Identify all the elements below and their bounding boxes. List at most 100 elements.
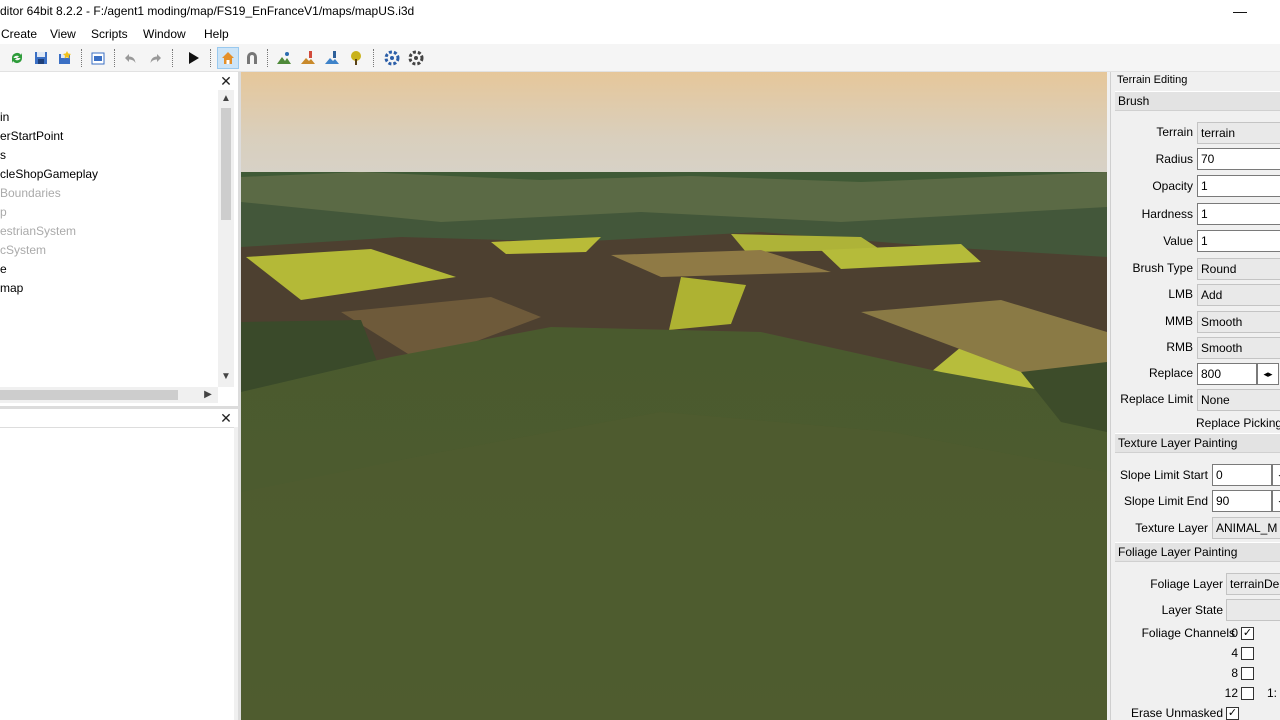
panel-divider bbox=[0, 427, 234, 429]
radius-field[interactable]: 70 bbox=[1197, 148, 1280, 170]
save-icon[interactable] bbox=[30, 47, 52, 69]
scroll-right-icon[interactable]: ▶ bbox=[200, 388, 216, 402]
tree-item[interactable]: p bbox=[0, 205, 7, 219]
toolbar-separator bbox=[210, 49, 211, 67]
3d-viewport[interactable] bbox=[241, 72, 1107, 720]
scenegraph-panel: ✕ in erStartPoint s cleShopGameplay Boun… bbox=[0, 72, 238, 406]
rmb-select[interactable]: Smooth bbox=[1197, 337, 1280, 359]
brush-type-select[interactable]: Round bbox=[1197, 258, 1280, 280]
replace-limit-label: Replace Limit bbox=[1120, 392, 1193, 406]
channel-number: 8 bbox=[1231, 666, 1238, 680]
scroll-up-icon[interactable]: ▲ bbox=[218, 92, 234, 106]
value-field[interactable]: 1 bbox=[1197, 230, 1280, 252]
hardness-field[interactable]: 1 bbox=[1197, 203, 1280, 225]
replace-spinner[interactable]: ◂▸ bbox=[1257, 363, 1279, 385]
slope-end-field[interactable]: 90 bbox=[1212, 490, 1272, 512]
opacity-field[interactable]: 1 bbox=[1197, 175, 1280, 197]
settings-icon[interactable] bbox=[405, 47, 427, 69]
terrain-label: Terrain bbox=[1156, 125, 1193, 139]
close-icon[interactable]: ✕ bbox=[218, 73, 234, 89]
menu-window[interactable]: Window bbox=[143, 27, 186, 41]
mmb-label: MMB bbox=[1165, 314, 1193, 328]
tree-item[interactable]: cleShopGameplay bbox=[0, 167, 98, 181]
channel-checkbox[interactable]: ✓ bbox=[1241, 627, 1254, 640]
texture-layer-label: Texture Layer bbox=[1135, 521, 1208, 535]
lmb-select[interactable]: Add bbox=[1197, 284, 1280, 306]
toolbar-separator bbox=[172, 49, 173, 67]
mmb-select[interactable]: Smooth bbox=[1197, 311, 1280, 333]
attributes-panel: ✕ bbox=[0, 409, 238, 720]
scenegraph-tree: in erStartPoint s cleShopGameplay Bounda… bbox=[0, 90, 218, 395]
foliage-layer-select[interactable]: terrainDe bbox=[1226, 573, 1280, 595]
menu-help[interactable]: Help bbox=[204, 27, 229, 41]
tree-item[interactable]: erStartPoint bbox=[0, 129, 63, 143]
toolbar-separator bbox=[81, 49, 82, 67]
toolbar bbox=[0, 44, 1280, 72]
brush-section-header[interactable]: Brush bbox=[1115, 91, 1280, 111]
tree-item[interactable]: cSystem bbox=[0, 243, 46, 257]
menu-create[interactable]: Create bbox=[1, 27, 37, 41]
title-bar: ditor 64bit 8.2.2 - F:/agent1 moding/map… bbox=[0, 0, 1280, 24]
menu-view[interactable]: View bbox=[50, 27, 76, 41]
radius-label: Radius bbox=[1155, 152, 1193, 166]
menu-bar: Create View Scripts Window Help bbox=[0, 24, 1280, 44]
layer-state-select[interactable] bbox=[1226, 599, 1280, 621]
horizontal-scrollbar[interactable]: ▶ bbox=[0, 387, 218, 403]
foliage-paint-icon[interactable] bbox=[321, 47, 343, 69]
channel-checkbox[interactable] bbox=[1241, 647, 1254, 660]
magnet-icon[interactable] bbox=[241, 47, 263, 69]
tree-plant-icon[interactable] bbox=[345, 47, 367, 69]
undo-icon[interactable] bbox=[120, 47, 142, 69]
play-icon[interactable] bbox=[182, 47, 204, 69]
select-tool-icon[interactable] bbox=[217, 47, 239, 69]
tree-item[interactable]: map bbox=[0, 281, 23, 295]
terrain-paint-icon[interactable] bbox=[297, 47, 319, 69]
channel-number: 4 bbox=[1231, 646, 1238, 660]
close-icon[interactable]: ✕ bbox=[218, 410, 234, 426]
brush-type-label: Brush Type bbox=[1132, 261, 1193, 275]
texture-layer-select[interactable]: ANIMAL_M bbox=[1212, 517, 1280, 539]
slope-start-spinner[interactable]: ◂▸ bbox=[1272, 464, 1280, 486]
tree-item[interactable]: s bbox=[0, 148, 6, 162]
redo-icon[interactable] bbox=[144, 47, 166, 69]
replace-picking-button[interactable]: Replace Picking bbox=[1196, 416, 1280, 430]
channel-number: 0 bbox=[1231, 626, 1238, 640]
tree-item[interactable]: Boundaries bbox=[0, 186, 61, 200]
window-title: ditor 64bit 8.2.2 - F:/agent1 moding/map… bbox=[0, 4, 415, 18]
tree-item[interactable]: estrianSystem bbox=[0, 224, 76, 238]
export-icon[interactable] bbox=[87, 47, 109, 69]
lmb-label: LMB bbox=[1168, 287, 1193, 301]
replace-field[interactable]: 800 bbox=[1197, 363, 1257, 385]
channel-number: 1: bbox=[1267, 686, 1278, 700]
replace-limit-select[interactable]: None bbox=[1197, 389, 1280, 411]
slope-start-field[interactable]: 0 bbox=[1212, 464, 1272, 486]
toolbar-separator bbox=[373, 49, 374, 67]
scroll-down-icon[interactable]: ▼ bbox=[218, 370, 234, 384]
channel-checkbox[interactable] bbox=[1241, 687, 1254, 700]
tree-item[interactable]: in bbox=[0, 110, 9, 124]
vertical-scrollbar[interactable]: ▲ ▼ bbox=[218, 90, 234, 387]
toolbar-separator bbox=[267, 49, 268, 67]
scrollbar-thumb[interactable] bbox=[0, 390, 178, 400]
terrain-select[interactable]: terrain bbox=[1197, 122, 1280, 144]
erase-unmasked-label: Erase Unmasked bbox=[1130, 706, 1223, 720]
scrollbar-thumb[interactable] bbox=[221, 108, 231, 220]
slope-end-spinner[interactable]: ◂▸ bbox=[1272, 490, 1280, 512]
replace-label: Replace bbox=[1148, 366, 1193, 380]
hardness-label: Hardness bbox=[1141, 207, 1193, 221]
menu-scripts[interactable]: Scripts bbox=[91, 27, 128, 41]
save-all-icon[interactable] bbox=[54, 47, 76, 69]
minimize-button[interactable]: — bbox=[1228, 0, 1252, 24]
refresh-icon[interactable] bbox=[6, 47, 28, 69]
texture-section-header[interactable]: Texture Layer Painting bbox=[1115, 433, 1280, 453]
settings-sync-icon[interactable] bbox=[381, 47, 403, 69]
erase-unmasked-checkbox[interactable]: ✓ bbox=[1226, 707, 1239, 720]
opacity-label: Opacity bbox=[1152, 179, 1193, 193]
foliage-section-header[interactable]: Foliage Layer Painting bbox=[1115, 542, 1280, 562]
toolbar-separator bbox=[114, 49, 115, 67]
terrain-sculpt-icon[interactable] bbox=[273, 47, 295, 69]
channel-checkbox[interactable] bbox=[1241, 667, 1254, 680]
rmb-label: RMB bbox=[1166, 340, 1193, 354]
tree-item[interactable]: e bbox=[0, 262, 7, 276]
panel-title: Terrain Editing bbox=[1117, 74, 1188, 86]
